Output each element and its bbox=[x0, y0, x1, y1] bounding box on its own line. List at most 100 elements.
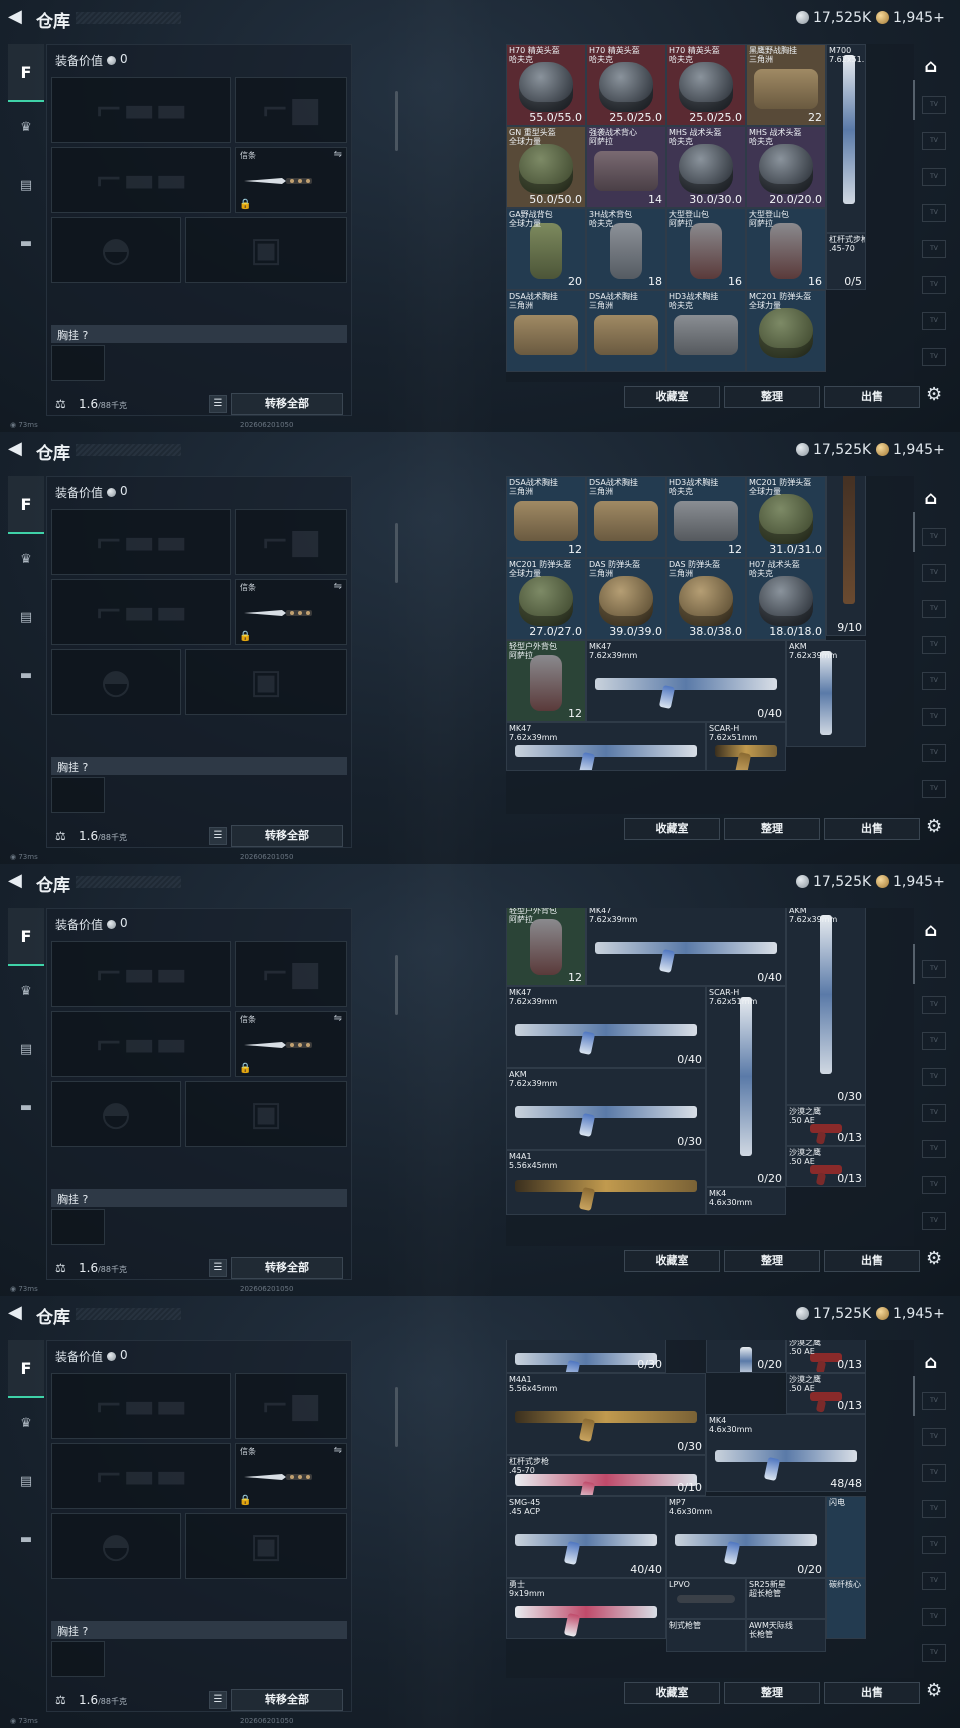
swap-icon[interactable]: ⇋ bbox=[334, 149, 342, 160]
tab-storage[interactable]: ▬ bbox=[12, 230, 40, 258]
list-icon[interactable]: ☰ bbox=[209, 827, 227, 845]
inventory-item[interactable]: 0/30 bbox=[506, 1340, 666, 1373]
tab-storage[interactable]: ▬ bbox=[12, 662, 40, 690]
collection-button[interactable]: 收藏室 bbox=[624, 1250, 720, 1272]
collection-button[interactable]: 收藏室 bbox=[624, 386, 720, 408]
right-tab[interactable]: TV bbox=[922, 1104, 946, 1122]
right-tab[interactable]: TV bbox=[922, 1428, 946, 1446]
gold-plus[interactable]: + bbox=[933, 874, 945, 890]
inventory-item[interactable]: 轻型户外背包 阿萨拉 12 bbox=[506, 640, 586, 722]
list-icon[interactable]: ☰ bbox=[209, 1691, 227, 1709]
pistol-slot[interactable]: ⌐■ bbox=[235, 509, 347, 575]
backpack-icon[interactable]: ⌂ bbox=[918, 1350, 944, 1376]
back-arrow-icon[interactable]: ◀ bbox=[8, 1302, 22, 1323]
settings-gear-icon[interactable]: ⚙ bbox=[926, 1248, 942, 1269]
right-tab[interactable]: TV bbox=[922, 600, 946, 618]
secondary-weapon-slot[interactable]: ⌐▬▬ bbox=[51, 1443, 231, 1509]
transfer-all-button[interactable]: 转移全部 bbox=[231, 1689, 343, 1711]
right-tab[interactable]: TV bbox=[922, 276, 946, 294]
right-tab[interactable]: TV bbox=[922, 1212, 946, 1230]
helmet-slot[interactable]: ◓ bbox=[51, 649, 181, 715]
grid-scrollbar[interactable] bbox=[913, 512, 915, 552]
tab-loadout[interactable]: ▤ bbox=[12, 604, 40, 632]
tab-weapons[interactable]: F bbox=[8, 476, 44, 534]
backpack-icon[interactable]: ⌂ bbox=[918, 486, 944, 512]
inventory-item[interactable]: MK4 4.6x30mm bbox=[706, 1186, 786, 1216]
right-tab[interactable]: TV bbox=[922, 204, 946, 222]
inventory-item[interactable]: MC201 防弹头盔 全球力量 31.0/31.0 bbox=[746, 476, 826, 558]
tab-loadout[interactable]: ▤ bbox=[12, 1468, 40, 1496]
inventory-item[interactable]: MK47 7.62x39mm 0/40 bbox=[586, 640, 786, 722]
inventory-item[interactable]: SCAR-H 7.62x51mm 0/20 bbox=[706, 985, 786, 1187]
right-tab[interactable]: TV bbox=[922, 132, 946, 150]
sort-button[interactable]: 整理 bbox=[724, 818, 820, 840]
swap-icon[interactable]: ⇋ bbox=[334, 581, 342, 592]
grid-scrollbar[interactable] bbox=[913, 80, 915, 120]
tab-weapons[interactable]: F bbox=[8, 44, 44, 102]
right-tab[interactable]: TV bbox=[922, 1536, 946, 1554]
inventory-item[interactable]: SCAR-H 7.62x51mm bbox=[706, 722, 786, 772]
collection-button[interactable]: 收藏室 bbox=[624, 818, 720, 840]
right-tab[interactable]: TV bbox=[922, 348, 946, 366]
inventory-item[interactable]: 沙漠之鹰 .50 AE 0/13 bbox=[786, 1145, 866, 1187]
pistol-slot[interactable]: ⌐■ bbox=[235, 77, 347, 143]
pistol-slot[interactable]: ⌐■ bbox=[235, 941, 347, 1007]
inventory-item[interactable]: 3H战术背包 哈夫克 18 bbox=[586, 208, 666, 290]
transfer-all-button[interactable]: 转移全部 bbox=[231, 1257, 343, 1279]
helmet-slot[interactable]: ◓ bbox=[51, 217, 181, 283]
inventory-item[interactable]: MP7 4.6x30mm 0/20 bbox=[666, 1495, 826, 1578]
tab-storage[interactable]: ▬ bbox=[12, 1526, 40, 1554]
inventory-item[interactable]: 轻型户外背包 阿萨拉 12 bbox=[506, 908, 586, 986]
right-tab[interactable]: TV bbox=[922, 312, 946, 330]
inventory-item[interactable]: MK4 4.6x30mm 48/48 bbox=[706, 1413, 866, 1492]
inventory-item[interactable]: MC201 防弹头盔 全球力量 27.0/27.0 bbox=[506, 558, 586, 640]
inventory-item[interactable]: MK47 7.62x39mm 0/40 bbox=[506, 985, 706, 1068]
armor-slot[interactable]: ▣ bbox=[185, 1513, 347, 1579]
right-tab[interactable]: TV bbox=[922, 1608, 946, 1626]
inventory-item[interactable]: 黑鹰野战胸挂 三角洲 22 bbox=[746, 44, 826, 126]
gold-plus[interactable]: + bbox=[933, 1306, 945, 1322]
primary-weapon-slot[interactable]: ⌐▬▬ bbox=[51, 1373, 231, 1439]
loadout-scrollbar[interactable] bbox=[395, 91, 398, 151]
helmet-slot[interactable]: ◓ bbox=[51, 1081, 181, 1147]
melee-slot[interactable]: 信条 ⇋ 🔒 bbox=[235, 1011, 347, 1077]
inventory-item[interactable]: GN 重型头盔 全球力量 50.0/50.0 bbox=[506, 126, 586, 208]
primary-weapon-slot[interactable]: ⌐▬▬ bbox=[51, 77, 231, 143]
sort-button[interactable]: 整理 bbox=[724, 1682, 820, 1704]
back-arrow-icon[interactable]: ◀ bbox=[8, 6, 22, 27]
loadout-scrollbar[interactable] bbox=[395, 955, 398, 1015]
right-tab[interactable]: TV bbox=[922, 672, 946, 690]
inventory-item[interactable]: AKM 7.62x39mm bbox=[786, 640, 866, 747]
tab-weapons[interactable]: F bbox=[8, 1340, 44, 1398]
inventory-item[interactable]: LPVO bbox=[666, 1577, 746, 1619]
inventory-item[interactable]: DAS 防弹头盔 三角洲 39.0/39.0 bbox=[586, 558, 666, 640]
tab-weapons[interactable]: F bbox=[8, 908, 44, 966]
right-tab[interactable]: TV bbox=[922, 564, 946, 582]
tab-equipment[interactable]: ♛ bbox=[12, 978, 40, 1006]
right-tab[interactable]: TV bbox=[922, 528, 946, 546]
inventory-item[interactable]: HD3战术胸挂 哈夫克 12 bbox=[666, 476, 746, 558]
back-arrow-icon[interactable]: ◀ bbox=[8, 438, 22, 459]
right-tab[interactable]: TV bbox=[922, 1392, 946, 1410]
inventory-item[interactable]: HD3战术胸挂 哈夫克 bbox=[666, 290, 746, 372]
inventory-item[interactable]: DAS 防弹头盔 三角洲 38.0/38.0 bbox=[666, 558, 746, 640]
inventory-item[interactable]: 闪电 bbox=[826, 1495, 866, 1578]
inventory-item[interactable]: DSA战术胸挂 三角洲 12 bbox=[506, 476, 586, 558]
inventory-item[interactable]: SR25新星 超长枪管 bbox=[746, 1577, 826, 1619]
backpack-icon[interactable]: ⌂ bbox=[918, 918, 944, 944]
inventory-item[interactable]: DSA战术胸挂 三角洲 bbox=[506, 290, 586, 372]
sort-button[interactable]: 整理 bbox=[724, 1250, 820, 1272]
inventory-item[interactable]: 强袭战术背心 阿萨拉 14 bbox=[586, 126, 666, 208]
right-tab[interactable]: TV bbox=[922, 1032, 946, 1050]
inventory-item[interactable]: 0/20 bbox=[706, 1340, 786, 1373]
gold-currency[interactable]: 1,945+ bbox=[876, 442, 945, 458]
sell-button[interactable]: 出售 bbox=[824, 386, 920, 408]
inventory-item[interactable]: 勇士 9x19mm bbox=[506, 1577, 666, 1640]
loadout-scrollbar[interactable] bbox=[395, 523, 398, 583]
sort-button[interactable]: 整理 bbox=[724, 386, 820, 408]
vest-slot[interactable] bbox=[51, 345, 105, 381]
inventory-item[interactable]: 沙漠之鹰 .50 AE 0/13 bbox=[786, 1340, 866, 1373]
right-tab[interactable]: TV bbox=[922, 96, 946, 114]
loadout-scrollbar[interactable] bbox=[395, 1387, 398, 1447]
collection-button[interactable]: 收藏室 bbox=[624, 1682, 720, 1704]
